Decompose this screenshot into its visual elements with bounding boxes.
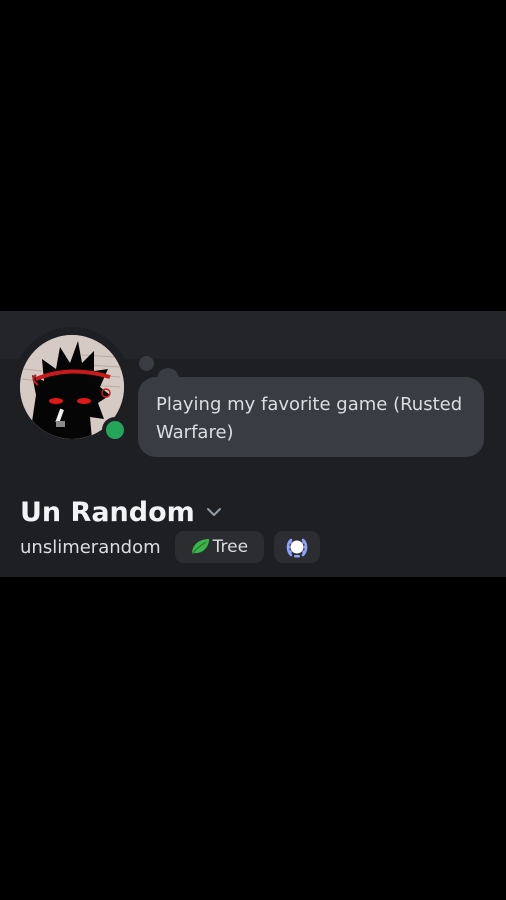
guild-tag-badge[interactable]: Tree [174, 531, 265, 563]
online-status-dot [106, 421, 124, 439]
display-name-row[interactable]: Un Random [20, 495, 223, 529]
username-row: unslimerandom Tree [20, 531, 321, 563]
online-status-indicator [102, 417, 128, 443]
leaf-icon [191, 539, 209, 555]
profile-badge[interactable] [274, 531, 321, 563]
avatar-frame[interactable] [12, 327, 132, 447]
display-name: Un Random [20, 496, 195, 528]
laurel-badge-icon [286, 538, 308, 558]
username: unslimerandom [20, 536, 161, 558]
guild-tag-label: Tree [212, 537, 249, 557]
status-bubble-tail-small [139, 356, 154, 371]
chevron-down-icon[interactable] [205, 503, 223, 521]
custom-status-text: Playing my favorite game (Rusted Warfare… [156, 394, 463, 443]
profile-card: Playing my favorite game (Rusted Warfare… [0, 311, 506, 577]
custom-status-bubble[interactable]: Playing my favorite game (Rusted Warfare… [138, 377, 484, 457]
